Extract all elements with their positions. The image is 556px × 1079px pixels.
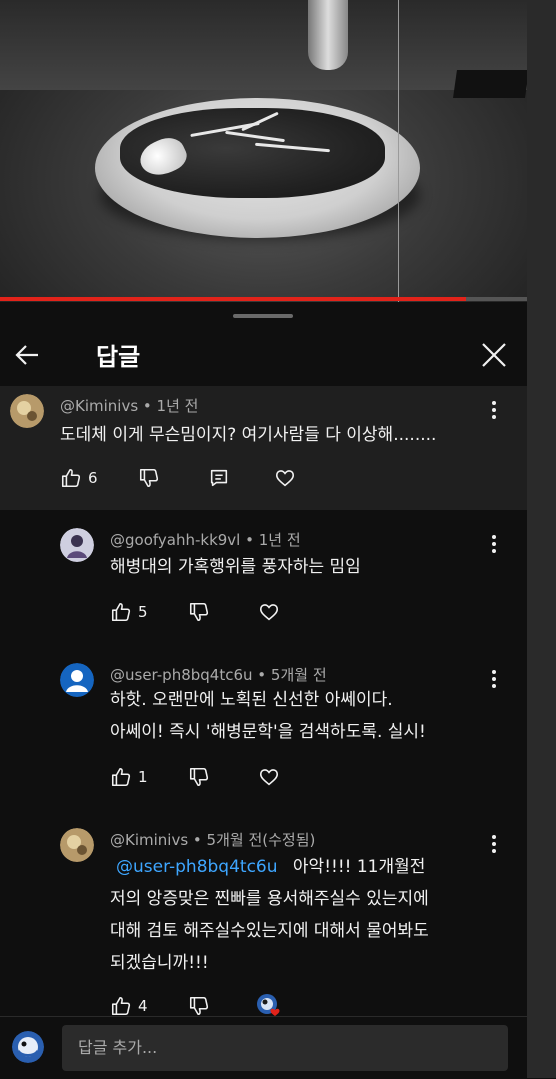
thumbs-up-icon bbox=[111, 767, 131, 787]
back-arrow-icon[interactable] bbox=[12, 339, 44, 371]
comment-author[interactable]: @Kiminivs bbox=[110, 831, 188, 849]
thumbs-down-icon bbox=[189, 996, 209, 1016]
replies-panel: 답글 @Kiminivs • 1년 전 도데체 이게 무슨밈이지? 여기사람들 … bbox=[0, 302, 527, 1079]
page-title: 답글 bbox=[96, 343, 141, 371]
reply-input-bar bbox=[0, 1016, 527, 1079]
like-button[interactable]: 5 bbox=[110, 598, 148, 626]
comment-time: 1년 전 bbox=[258, 531, 301, 549]
video-progress-bar[interactable] bbox=[0, 297, 527, 301]
video-player[interactable] bbox=[0, 0, 527, 302]
like-count: 6 bbox=[88, 469, 98, 487]
comment-text-line: @user-ph8bq4tc6u 아악!!!! 11개월전 bbox=[110, 852, 425, 883]
drag-handle[interactable] bbox=[233, 314, 293, 318]
like-count: 4 bbox=[138, 997, 148, 1015]
heart-icon bbox=[259, 604, 279, 621]
avatar[interactable] bbox=[10, 394, 44, 428]
like-button[interactable]: 6 bbox=[60, 464, 98, 492]
dislike-button[interactable] bbox=[188, 763, 210, 791]
close-icon[interactable] bbox=[478, 339, 510, 371]
current-user-avatar[interactable] bbox=[12, 1031, 44, 1063]
comment-text-line: 하핫. 오랜만에 노획된 신선한 아쎄이다. bbox=[110, 690, 393, 710]
comment-text-first-line: 아악!!!! 11개월전 bbox=[292, 857, 426, 877]
video-progress-fill bbox=[0, 297, 467, 301]
comment-text: 도데체 이게 무슨밈이지? 여기사람들 다 이상해........ bbox=[60, 425, 437, 445]
like-button[interactable]: 1 bbox=[110, 763, 148, 791]
thumbs-down-icon bbox=[189, 602, 209, 622]
comment-meta: @Kiminivs • 5개월 전(수정됨) bbox=[110, 831, 316, 849]
thumbs-down-icon bbox=[139, 468, 159, 488]
comment-actions: 6 bbox=[60, 464, 520, 492]
video-vase bbox=[308, 0, 348, 70]
comment-time: 5개월 전 bbox=[270, 666, 327, 684]
more-options-icon[interactable] bbox=[484, 532, 504, 556]
comment-meta: @goofyahh-kk9vl • 1년 전 bbox=[110, 531, 301, 549]
avatar[interactable] bbox=[60, 528, 94, 562]
comment-author[interactable]: @Kiminivs bbox=[60, 397, 138, 415]
comment-author[interactable]: @goofyahh-kk9vl bbox=[110, 531, 240, 549]
comment-text-line: 되겠습니까!!! bbox=[110, 953, 209, 973]
comment-author[interactable]: @user-ph8bq4tc6u bbox=[110, 666, 253, 684]
comment-actions: 5 bbox=[110, 598, 510, 626]
reply-button[interactable] bbox=[208, 464, 230, 492]
video-background-wall bbox=[0, 0, 527, 90]
more-options-icon[interactable] bbox=[484, 832, 504, 856]
more-options-icon[interactable] bbox=[484, 667, 504, 691]
heart-icon bbox=[259, 769, 279, 786]
like-count: 5 bbox=[138, 603, 148, 621]
thumbs-down-icon bbox=[189, 767, 209, 787]
comment-time: 1년 전 bbox=[156, 397, 199, 415]
parent-comment: @Kiminivs • 1년 전 도데체 이게 무슨밈이지? 여기사람들 다 이… bbox=[0, 386, 527, 510]
heart-button[interactable] bbox=[258, 598, 280, 626]
scrollbar-track[interactable] bbox=[527, 0, 556, 1078]
comment-time: 5개월 전(수정됨) bbox=[206, 831, 316, 849]
comment-text-line: 대해 검토 해주실수있는지에 대해서 물어봐도 bbox=[110, 921, 429, 941]
replies-header: 답글 bbox=[0, 327, 527, 387]
mention-link[interactable]: @user-ph8bq4tc6u bbox=[116, 857, 278, 877]
thumbs-up-icon bbox=[61, 468, 81, 488]
video-box bbox=[453, 70, 527, 98]
heart-button[interactable] bbox=[258, 763, 280, 791]
video-line bbox=[398, 0, 399, 302]
like-count: 1 bbox=[138, 768, 148, 786]
thumbs-up-icon bbox=[111, 996, 131, 1016]
dislike-button[interactable] bbox=[188, 598, 210, 626]
reply-comment: @Kiminivs • 5개월 전(수정됨) @user-ph8bq4tc6u … bbox=[0, 822, 527, 1018]
comment-text-line: 저의 앙증맞은 찐빠를 용서해주실수 있는지에 bbox=[110, 889, 429, 909]
avatar[interactable] bbox=[60, 663, 94, 697]
reply-comment: @goofyahh-kk9vl • 1년 전 해병대의 가혹행위를 풍자하는 밈… bbox=[0, 522, 527, 632]
comment-meta: @Kiminivs • 1년 전 bbox=[60, 397, 199, 415]
dislike-button[interactable] bbox=[138, 464, 160, 492]
reply-comment-icon bbox=[210, 469, 228, 487]
comment-meta: @user-ph8bq4tc6u • 5개월 전 bbox=[110, 666, 327, 684]
avatar[interactable] bbox=[60, 828, 94, 862]
comment-text: 해병대의 가혹행위를 풍자하는 밈임 bbox=[110, 557, 361, 577]
more-options-icon[interactable] bbox=[484, 398, 504, 422]
heart-icon bbox=[275, 470, 295, 487]
comment-actions: 1 bbox=[110, 763, 510, 791]
heart-button[interactable] bbox=[274, 464, 296, 492]
comment-text-line: 아쎄이! 즉시 '해병문학'을 검색하도록. 실시! bbox=[110, 722, 426, 742]
thumbs-up-icon bbox=[111, 602, 131, 622]
add-reply-input[interactable] bbox=[62, 1025, 508, 1071]
